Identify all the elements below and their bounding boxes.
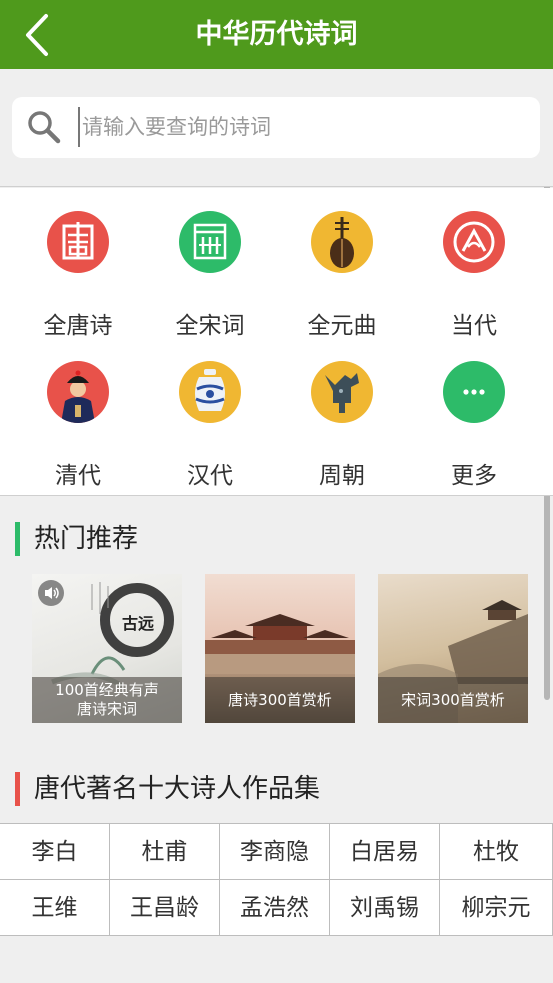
poet-table: 李白 杜甫 李商隐 白居易 杜牧 王维 王昌龄 孟浩然 刘禹锡 柳宗元	[0, 823, 553, 936]
category-label: 当代	[451, 313, 497, 339]
category-grid: 全唐诗 全宋词 全元曲 当代 清代 汉代 周朝 更多	[0, 188, 553, 496]
category-label: 周朝	[319, 463, 365, 489]
app-header: 中华历代诗词	[0, 0, 553, 69]
hot-card-song[interactable]: 宋词300首赏析	[378, 574, 528, 723]
category-label: 全元曲	[307, 313, 377, 339]
category-yuan[interactable]: 全元曲	[273, 211, 411, 341]
section-accent-bar	[15, 522, 20, 556]
card-caption: 宋词300首赏析	[378, 677, 528, 723]
poet-cell[interactable]: 刘禹锡	[330, 880, 440, 936]
category-qing[interactable]: 清代	[9, 361, 147, 491]
card-caption-line1: 唐诗300首赏析	[228, 690, 332, 709]
card-caption: 100首经典有声 唐诗宋词	[32, 677, 182, 723]
tang-seal-icon	[47, 211, 109, 273]
poet-cell[interactable]: 杜牧	[440, 824, 553, 880]
more-dots-icon	[443, 361, 505, 423]
search-input[interactable]	[78, 107, 518, 147]
poet-cell[interactable]: 杜甫	[110, 824, 220, 880]
card-caption-line1: 宋词300首赏析	[401, 690, 505, 709]
poet-cell[interactable]: 柳宗元	[440, 880, 553, 936]
poet-cell[interactable]: 王昌龄	[110, 880, 220, 936]
card-caption-line2: 唐诗宋词	[76, 700, 137, 718]
modern-seal-icon	[443, 211, 505, 273]
bronze-vessel-icon	[311, 361, 373, 423]
pipa-instrument-icon	[311, 211, 373, 273]
category-han[interactable]: 汉代	[141, 361, 279, 491]
category-label: 全唐诗	[43, 313, 113, 339]
hot-section-header: 热门推荐	[0, 519, 553, 559]
category-song[interactable]: 全宋词	[141, 211, 279, 341]
category-label: 全宋词	[175, 313, 245, 339]
porcelain-vase-icon	[179, 361, 241, 423]
card-caption-line1: 100首经典有声	[55, 681, 159, 699]
search-icon	[28, 111, 61, 144]
category-tang[interactable]: 全唐诗	[9, 211, 147, 341]
category-label: 清代	[55, 463, 101, 489]
category-label: 更多	[451, 463, 497, 489]
poets-section-header: 唐代著名十大诗人作品集	[0, 769, 553, 809]
card-caption: 唐诗300首赏析	[205, 677, 355, 723]
category-modern[interactable]: 当代	[405, 211, 543, 341]
search-section	[0, 69, 553, 187]
poet-cell[interactable]: 李商隐	[220, 824, 330, 880]
song-seal-icon	[179, 211, 241, 273]
section-accent-bar	[15, 772, 20, 806]
poet-cell[interactable]: 白居易	[330, 824, 440, 880]
qing-official-icon	[47, 361, 109, 423]
category-zhou[interactable]: 周朝	[273, 361, 411, 491]
category-label: 汉代	[187, 463, 233, 489]
section-title: 热门推荐	[34, 524, 139, 554]
poet-cell[interactable]: 李白	[0, 824, 110, 880]
hot-card-tang[interactable]: 唐诗300首赏析	[205, 574, 355, 723]
page-title: 中华历代诗词	[195, 19, 358, 50]
poet-cell[interactable]: 王维	[0, 880, 110, 936]
poet-cell[interactable]: 孟浩然	[220, 880, 330, 936]
speaker-icon[interactable]	[38, 580, 64, 606]
hot-card-audio[interactable]: 古远 100首经典有声 唐诗宋词	[32, 574, 182, 723]
category-more[interactable]: 更多	[405, 361, 543, 491]
card-art-text: 古远	[122, 614, 155, 633]
section-title: 唐代著名十大诗人作品集	[34, 774, 321, 804]
search-box[interactable]	[12, 97, 540, 158]
